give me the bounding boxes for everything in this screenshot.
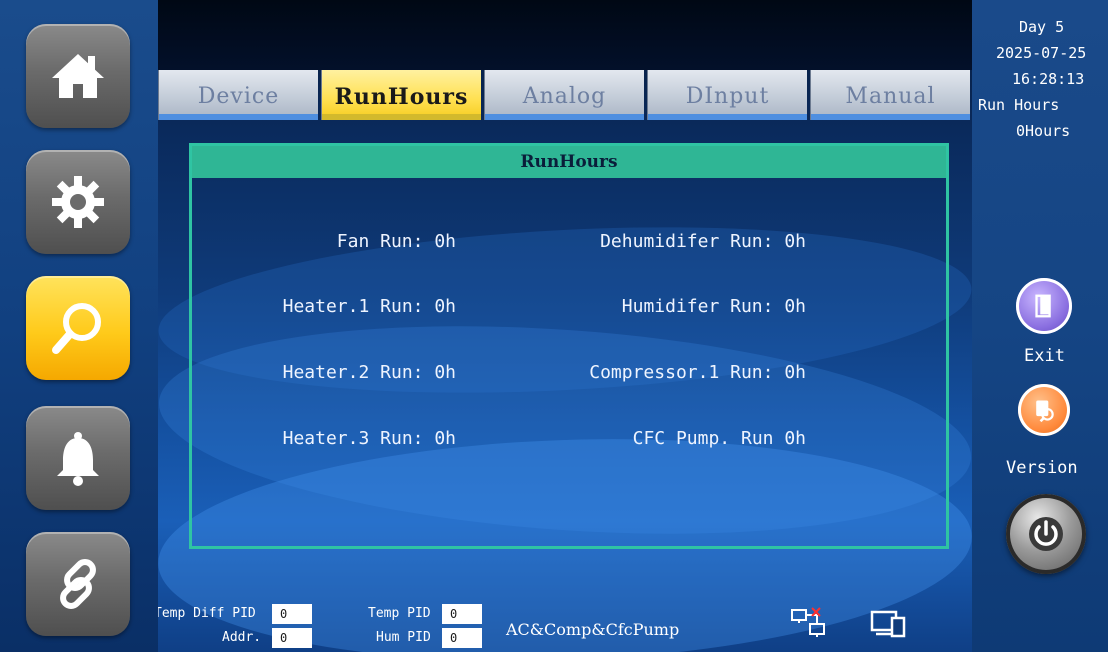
run-hours-label: Run Hours — [978, 96, 1060, 114]
search-icon — [52, 303, 101, 354]
network-disconnected-icon — [791, 607, 825, 637]
tab-dinput[interactable]: DInput — [647, 70, 807, 120]
sidebar — [0, 0, 158, 652]
temp-diff-pid-field[interactable]: 0 — [272, 604, 312, 624]
temp-pid-label: Temp PID — [368, 606, 431, 621]
tab-label: Device — [197, 84, 280, 109]
tab-analog[interactable]: Analog — [484, 70, 644, 120]
gear-icon — [52, 176, 104, 228]
humidifier-run-hours: Humidifer Run: 0h — [621, 296, 806, 317]
devices-icon — [870, 610, 906, 638]
addr-label: Addr. — [222, 630, 262, 645]
tab-underline — [811, 114, 970, 120]
exit-icon — [1035, 294, 1051, 318]
tab-underline — [648, 114, 807, 120]
tab-underline — [485, 114, 644, 120]
tab-bar: Device RunHours Analog DInput Manual — [158, 70, 972, 120]
right-panel: Day 5 2025-07-25 16:28:13 Run Hours 0Hou… — [972, 0, 1108, 652]
sidebar-home-button[interactable] — [26, 24, 130, 128]
link-icon — [60, 559, 96, 609]
version-icon — [1036, 400, 1054, 423]
version-label: Version — [1006, 458, 1078, 478]
panel-title: RunHours — [192, 146, 946, 178]
date-display: 2025-07-25 — [996, 44, 1087, 62]
hum-pid-field[interactable]: 0 — [442, 628, 482, 648]
sidebar-alarm-button[interactable] — [26, 406, 130, 510]
hum-pid-label: Hum PID — [376, 630, 431, 645]
day-display: Day 5 — [1019, 18, 1065, 36]
tab-device[interactable]: Device — [158, 70, 318, 120]
tab-label: Manual — [845, 84, 936, 109]
fan-run-hours: Fan Run: 0h — [336, 231, 456, 252]
heater2-run-hours: Heater.2 Run: 0h — [282, 362, 456, 383]
tab-label: Analog — [522, 84, 607, 109]
temp-diff-pid-label: Temp Diff PID — [158, 606, 256, 621]
heater3-run-hours: Heater.3 Run: 0h — [282, 428, 456, 449]
dehumidifier-run-hours: Dehumidifer Run: 0h — [600, 231, 806, 252]
run-hours-value: 0Hours — [1016, 122, 1071, 140]
tab-underline — [159, 114, 318, 120]
power-icon — [1029, 517, 1063, 551]
main-area: Device RunHours Analog DInput Manual Run… — [158, 0, 972, 652]
bell-icon — [57, 432, 99, 486]
sidebar-search-button[interactable] — [26, 276, 130, 380]
power-button[interactable] — [1006, 494, 1086, 574]
tab-label: RunHours — [334, 84, 469, 110]
version-button[interactable] — [1018, 384, 1070, 436]
sidebar-settings-button[interactable] — [26, 150, 130, 254]
mode-text: AC&Comp&CfcPump — [506, 620, 680, 639]
tab-underline — [322, 114, 481, 120]
home-icon — [52, 54, 104, 98]
exit-label: Exit — [1024, 346, 1065, 366]
temp-pid-field[interactable]: 0 — [442, 604, 482, 624]
compressor1-run-hours: Compressor.1 Run: 0h — [589, 362, 806, 383]
sidebar-link-button[interactable] — [26, 532, 130, 636]
heater1-run-hours: Heater.1 Run: 0h — [282, 296, 456, 317]
tab-label: DInput — [685, 84, 770, 109]
top-strip — [158, 0, 972, 70]
cfc-pump-run-hours: CFC Pump. Run 0h — [632, 428, 806, 449]
status-bar: Temp Diff PID 0 Temp PID 0 Addr. 0 Hum P… — [158, 592, 972, 652]
tab-runhours[interactable]: RunHours — [321, 70, 481, 120]
time-display: 16:28:13 — [1012, 70, 1085, 88]
exit-button[interactable] — [1016, 278, 1072, 334]
runhours-panel: RunHours Fan Run: 0h Heater.1 Run: 0h He… — [189, 143, 949, 549]
tab-manual[interactable]: Manual — [810, 70, 970, 120]
addr-field[interactable]: 0 — [272, 628, 312, 648]
